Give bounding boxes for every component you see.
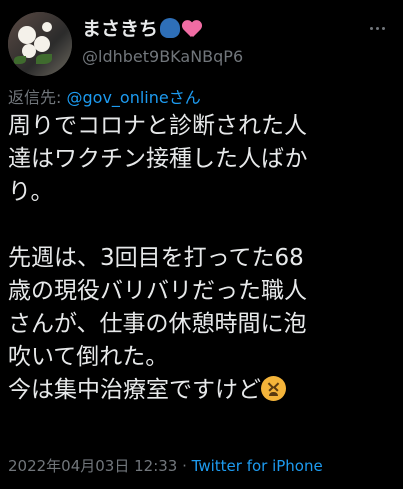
tweet-header: まさきち @ldhbet9BKaNBqP6	[8, 8, 395, 78]
reply-mention-link[interactable]: @gov_onlineさん	[67, 88, 201, 107]
tweet-line: 先週は、3回目を打ってた68	[8, 245, 304, 271]
tweet-text: 周りでコロナと診断された人 達はワクチン接種した人ばか り。 先週は、3回目を打…	[8, 110, 398, 407]
display-name[interactable]: まさきち	[82, 14, 158, 41]
tweet-blank-line	[8, 209, 398, 242]
tired-face-icon	[261, 376, 286, 401]
tweet-meta: 2022年04月03日 12:33 · Twitter for iPhone	[8, 455, 323, 476]
heart-icon	[182, 18, 202, 38]
tweet-line: 達はワクチン接種した人ばか	[8, 146, 308, 172]
tweet-line: 周りでコロナと診断された人	[8, 113, 307, 139]
timestamp[interactable]: 2022年04月03日 12:33	[8, 457, 177, 475]
avatar[interactable]	[8, 12, 72, 76]
tweet-line: り。	[8, 179, 54, 205]
tweet-line: 吹いて倒れた。	[8, 344, 169, 370]
display-name-row[interactable]: まさきち	[82, 14, 243, 41]
tweet-last-line: 今は集中治療室ですけど	[8, 374, 398, 407]
meta-separator: ·	[177, 457, 192, 475]
tweet-line: 今は集中治療室ですけど	[8, 377, 261, 403]
tweet-line: さんが、仕事の休憩時間に泡	[8, 311, 307, 337]
source-link[interactable]: Twitter for iPhone	[192, 457, 323, 475]
tweet-line: 歳の現役バリバリだった職人	[8, 278, 307, 304]
reply-prefix: 返信先:	[8, 88, 62, 107]
author-info: まさきち @ldhbet9BKaNBqP6	[82, 14, 243, 66]
speaking-head-icon	[160, 17, 181, 38]
reply-to: 返信先: @gov_onlineさん	[8, 84, 201, 108]
handle[interactable]: @ldhbet9BKaNBqP6	[82, 47, 243, 66]
more-options-icon[interactable]	[367, 18, 387, 38]
